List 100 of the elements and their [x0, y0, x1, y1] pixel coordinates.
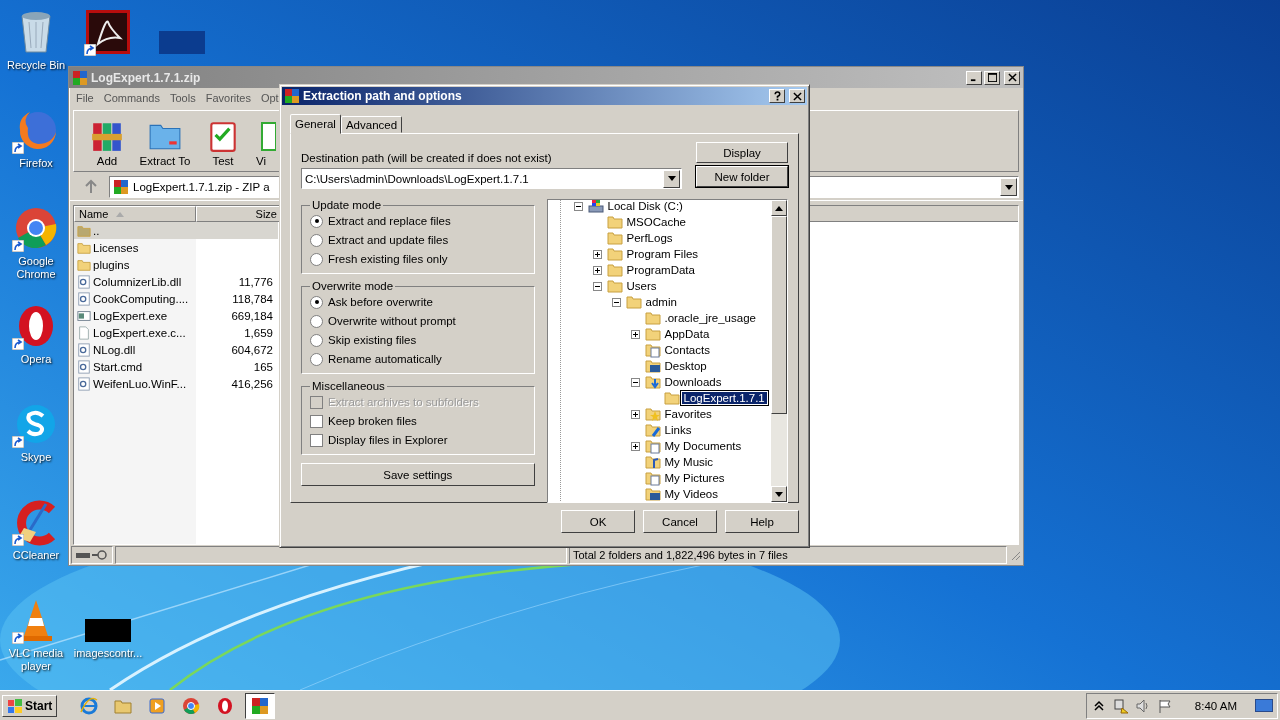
dropdown-button[interactable]: [1000, 178, 1017, 196]
column-header[interactable]: Name: [74, 206, 196, 222]
scrollbar[interactable]: [771, 200, 787, 502]
tree-item[interactable]: Users: [624, 280, 659, 292]
radio-button[interactable]: [310, 333, 323, 347]
tree-item[interactable]: admin: [643, 296, 679, 308]
tree-item[interactable]: LogExpert.1.7.1: [681, 392, 767, 404]
radio-option[interactable]: Fresh existing files only: [310, 251, 526, 267]
radio-button[interactable]: [310, 214, 323, 228]
toolbar-button[interactable]: Vi: [252, 119, 276, 167]
tree-item[interactable]: My Videos: [662, 488, 720, 500]
collapse-toggle[interactable]: [630, 377, 640, 387]
file-row[interactable]: CookComputing.... 118,784: [74, 290, 278, 307]
resize-grip-icon[interactable]: [1009, 549, 1021, 561]
tree-item[interactable]: Downloads: [662, 376, 724, 388]
archive-icon: [113, 179, 129, 195]
radio-option[interactable]: Rename automatically: [310, 351, 526, 367]
help-button[interactable]: [769, 89, 785, 103]
file-row[interactable]: ..: [74, 222, 278, 239]
checkbox-option[interactable]: Keep broken files: [310, 413, 526, 429]
toolbar-button[interactable]: Test: [194, 119, 252, 167]
folder-tree[interactable]: Local Disk (C:) MSOCache PerfLogs Program Files ProgramData Users admin .oracle_jre_usage AppData Contacts Desktop Downloads LogExpert.1.7.1 Favorites Links My Documents My Music My Pictures My Videos: [546, 199, 788, 503]
checkbox-option[interactable]: Display files in Explorer: [310, 432, 526, 448]
menu-item[interactable]: File: [76, 92, 94, 104]
menu-item[interactable]: Commands: [103, 92, 160, 104]
tree-item[interactable]: My Music: [662, 456, 716, 468]
tree-item[interactable]: Links: [662, 424, 694, 436]
tab[interactable]: Advanced: [340, 116, 403, 133]
toolbar-button[interactable]: Extract To: [136, 119, 194, 167]
radio-button[interactable]: [310, 295, 323, 309]
collapse-toggle[interactable]: [592, 281, 602, 291]
file-row[interactable]: LogExpert.exe 669,184: [74, 307, 278, 324]
tree-item[interactable]: Favorites: [662, 408, 714, 420]
checkbox[interactable]: [310, 433, 323, 447]
close-icon: [792, 91, 802, 101]
collapse-toggle[interactable]: [573, 201, 583, 211]
tree-item[interactable]: My Documents: [662, 440, 744, 452]
file-row[interactable]: ColumnizerLib.dll 11,776: [74, 273, 278, 290]
radio-option[interactable]: Ask before overwrite: [310, 294, 526, 310]
up-arrow-icon[interactable]: [775, 205, 783, 211]
tree-item[interactable]: PerfLogs: [624, 232, 675, 244]
taskbar-button[interactable]: [245, 692, 276, 719]
expand-toggle[interactable]: [592, 265, 602, 275]
close-button[interactable]: [1004, 70, 1020, 85]
close-button[interactable]: [789, 89, 805, 103]
tree-item[interactable]: My Pictures: [662, 472, 727, 484]
show-desktop-button[interactable]: [1255, 698, 1273, 713]
collapse-toggle[interactable]: [611, 297, 621, 307]
save-settings-button[interactable]: Save settings: [301, 463, 535, 486]
desktop-shortcut[interactable]: Opera: [4, 298, 68, 366]
tree-item[interactable]: ProgramData: [624, 264, 697, 276]
file-row[interactable]: NLog.dll 604,672: [74, 341, 278, 358]
radio-button[interactable]: [310, 252, 323, 266]
dropdown-button[interactable]: [663, 169, 680, 188]
tree-item[interactable]: MSOCache: [624, 216, 688, 228]
clock[interactable]: 8:40 AM: [1194, 699, 1237, 712]
flag-icon[interactable]: [1156, 697, 1173, 714]
menu-item[interactable]: Tools: [170, 92, 196, 104]
tree-item[interactable]: Local Disk (C:): [605, 200, 685, 212]
checkbox[interactable]: [310, 414, 323, 428]
expand-toggle[interactable]: [630, 329, 640, 339]
toolbar-button[interactable]: Add: [78, 119, 136, 167]
expand-toggle[interactable]: [630, 409, 640, 419]
dialog-button[interactable]: Display: [696, 142, 788, 163]
dialog-button[interactable]: New folder: [696, 166, 788, 187]
menu-item[interactable]: Favorites: [205, 92, 251, 104]
radio-button[interactable]: [310, 352, 323, 366]
file-row[interactable]: LogExpert.exe.c... 1,659: [74, 324, 278, 341]
maximize-button[interactable]: [984, 70, 1000, 85]
desktop-shortcut[interactable]: Firefox: [4, 102, 68, 170]
radio-option[interactable]: Extract and update files: [310, 232, 526, 248]
tree-item[interactable]: .oracle_jre_usage: [662, 312, 758, 324]
file-row[interactable]: WeifenLuo.WinF... 416,256: [74, 375, 278, 392]
down-arrow-icon[interactable]: [775, 491, 783, 497]
tree-item[interactable]: Contacts: [662, 344, 712, 356]
volume-icon[interactable]: [1134, 697, 1151, 714]
minimize-button[interactable]: [966, 70, 982, 85]
tree-item[interactable]: Program Files: [624, 248, 701, 260]
destination-path-field[interactable]: C:\Users\admin\Downloads\LogExpert.1.7.1: [301, 168, 682, 189]
desktop-shortcut[interactable]: Google Chrome: [4, 200, 68, 281]
radio-button[interactable]: [310, 314, 323, 328]
menu-item[interactable]: Opt: [260, 92, 279, 104]
expand-toggle[interactable]: [592, 249, 602, 259]
tree-item[interactable]: Desktop: [662, 360, 709, 372]
radio-option[interactable]: Skip existing files: [310, 332, 526, 348]
file-row[interactable]: plugins: [74, 256, 278, 273]
tree-item[interactable]: AppData: [662, 328, 712, 340]
radio-option[interactable]: Overwrite without prompt: [310, 313, 526, 329]
dialog-button[interactable]: Help: [725, 510, 799, 533]
network-icon[interactable]: [1112, 697, 1129, 714]
file-row[interactable]: Start.cmd 165: [74, 358, 278, 375]
radio-option[interactable]: Extract and replace files: [310, 213, 526, 229]
file-row[interactable]: Licenses: [74, 239, 278, 256]
start-button[interactable]: Start: [2, 694, 58, 717]
tab[interactable]: General: [290, 114, 341, 134]
radio-button[interactable]: [310, 233, 323, 247]
dialog-button[interactable]: OK: [561, 510, 635, 533]
expand-toggle[interactable]: [630, 441, 640, 451]
desktop-shortcut[interactable]: Recycle Bin: [4, 4, 68, 72]
dialog-button[interactable]: Cancel: [643, 510, 717, 533]
